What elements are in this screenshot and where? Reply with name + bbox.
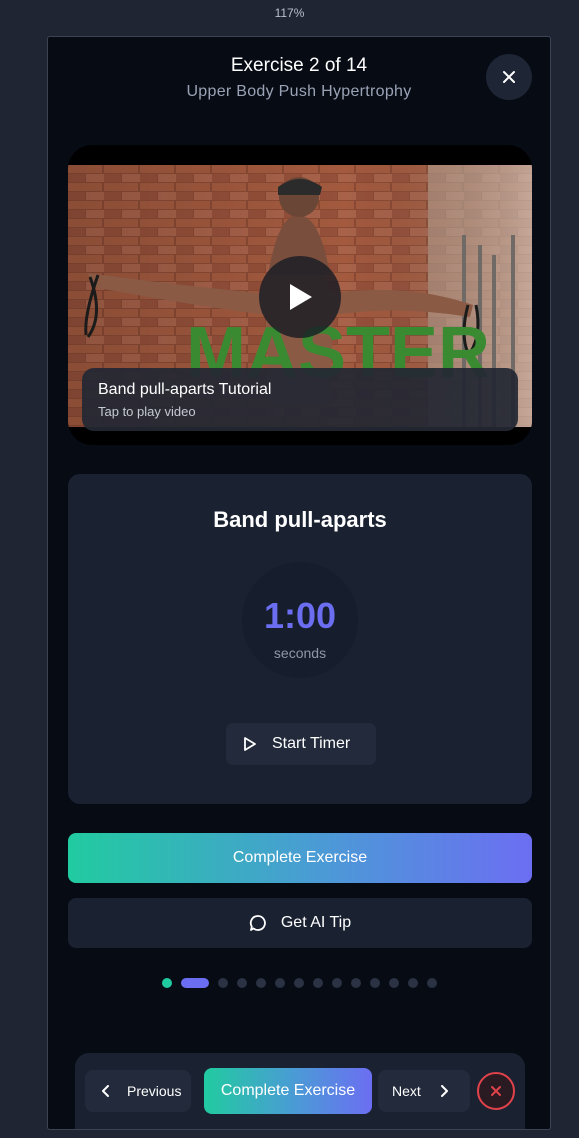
close-icon <box>503 71 515 83</box>
video-caption: Band pull-aparts Tutorial Tap to play vi… <box>82 368 518 431</box>
exercise-progress-dots <box>48 977 550 989</box>
chevron-left-icon <box>102 1085 109 1097</box>
play-icon <box>290 284 312 310</box>
video-caption-title: Band pull-aparts Tutorial <box>98 381 272 398</box>
progress-dot[interactable] <box>293 978 304 988</box>
progress-dot[interactable] <box>426 978 437 988</box>
progress-dot[interactable] <box>331 978 342 988</box>
video-caption-subtitle: Tap to play video <box>98 404 196 419</box>
bottom-complete-exercise-button[interactable]: Complete Exercise <box>204 1068 372 1114</box>
play-outline-icon <box>244 737 256 751</box>
exercise-name: Band pull-aparts <box>213 507 387 532</box>
progress-dot[interactable] <box>217 978 228 988</box>
exercise-counter-title: Exercise 2 of 14 <box>230 55 368 76</box>
timer-value: 1:00 <box>263 595 337 636</box>
close-icon <box>491 1086 501 1096</box>
progress-dot[interactable] <box>350 978 361 988</box>
progress-dot[interactable] <box>180 978 209 988</box>
workout-name: Upper Body Push Hypertrophy <box>186 83 412 100</box>
get-ai-tip-label: Get AI Tip <box>280 914 352 931</box>
timer-unit: seconds <box>273 645 327 661</box>
progress-dot[interactable] <box>236 978 247 988</box>
complete-exercise-button[interactable]: Complete Exercise <box>68 833 532 883</box>
bottom-complete-exercise-label: Complete Exercise <box>220 1082 356 1099</box>
workout-modal: Exercise 2 of 14 Upper Body Push Hypertr… <box>47 36 551 1130</box>
video-player[interactable]: MASTER Band pull-aparts Tutorial Tap to … <box>68 145 532 445</box>
progress-dot[interactable] <box>407 978 418 988</box>
zoom-level: 117% <box>274 6 305 20</box>
play-video-button[interactable] <box>259 256 341 338</box>
next-label: Next <box>392 1083 421 1099</box>
progress-dot[interactable] <box>388 978 399 988</box>
next-button[interactable]: Next <box>378 1070 470 1112</box>
progress-dot[interactable] <box>274 978 285 988</box>
start-timer-label: Start Timer <box>272 735 351 752</box>
previous-label: Previous <box>127 1083 182 1099</box>
end-workout-button[interactable] <box>477 1072 515 1110</box>
exercise-card: Band pull-aparts 1:00 seconds Start Time… <box>68 474 532 804</box>
progress-dot[interactable] <box>369 978 380 988</box>
previous-button[interactable]: Previous <box>85 1070 191 1112</box>
chevron-right-icon <box>440 1085 448 1097</box>
chat-bubble-icon <box>249 915 266 931</box>
get-ai-tip-button[interactable]: Get AI Tip <box>68 898 532 948</box>
progress-dot[interactable] <box>312 978 323 988</box>
close-button[interactable] <box>486 54 532 100</box>
complete-exercise-label: Complete Exercise <box>232 849 368 866</box>
progress-dot[interactable] <box>161 978 172 988</box>
bottom-navigation-bar: Previous Complete Exercise Next <box>75 1053 525 1129</box>
start-timer-button[interactable]: Start Timer <box>226 723 376 765</box>
progress-dot[interactable] <box>255 978 266 988</box>
